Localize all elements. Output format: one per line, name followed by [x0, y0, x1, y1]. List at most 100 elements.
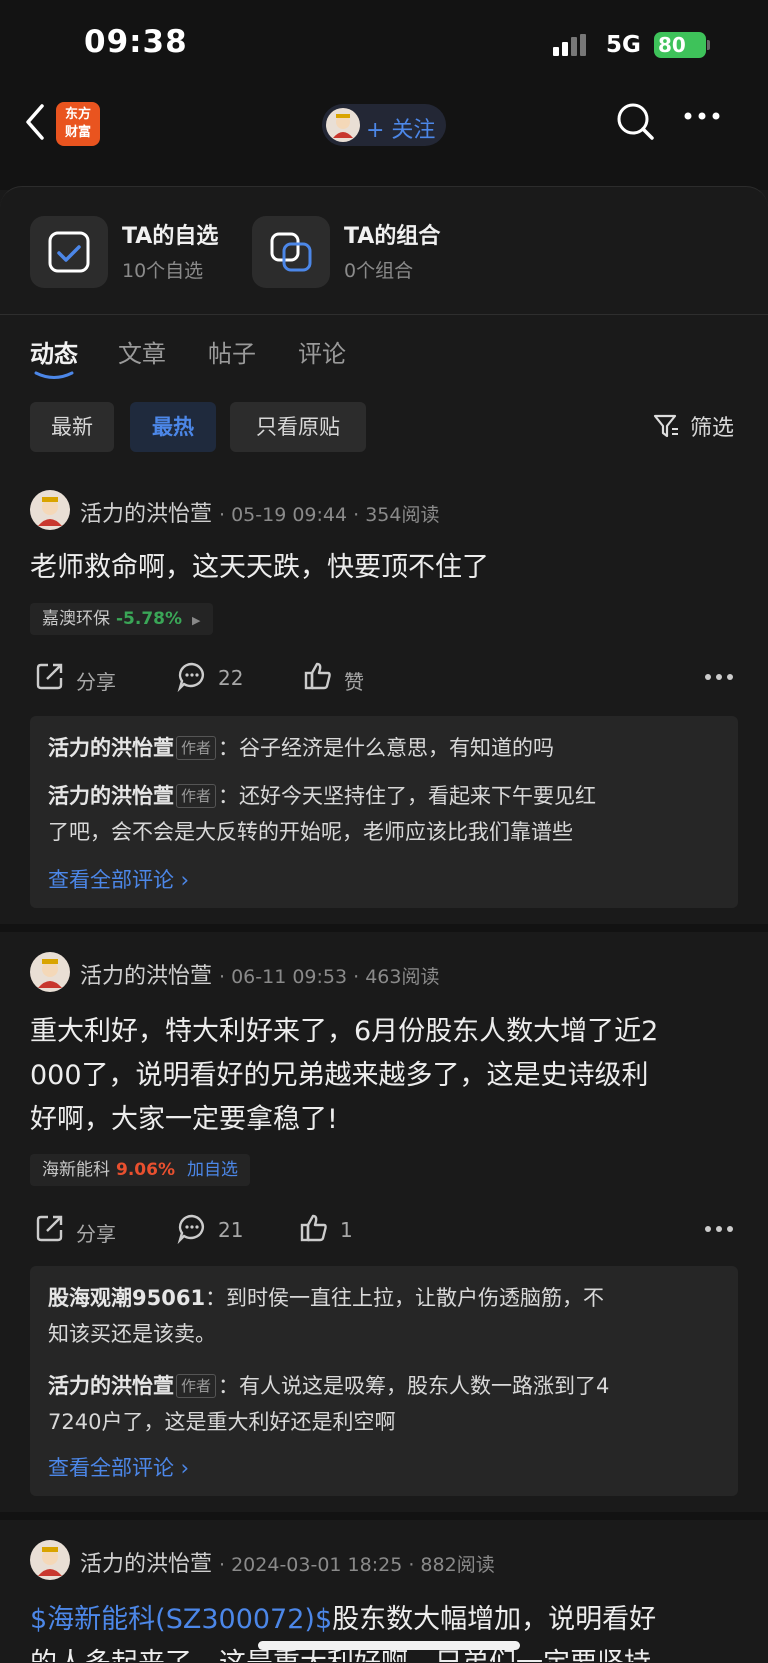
see-all-comments-link[interactable]: 查看全部评论 ›: [48, 864, 189, 894]
author-avatar[interactable]: [30, 952, 70, 992]
author-name[interactable]: 活力的洪怡萱: [80, 502, 212, 527]
comment-icon: [177, 1214, 204, 1244]
tab-articles[interactable]: 文章: [118, 334, 166, 369]
post-line: 好啊，大家一定要拿稳了!: [30, 1104, 338, 1135]
post-header: 活力的洪怡萱 · 06-11 09:53 · 463阅读: [80, 958, 439, 990]
comment-count: 22: [218, 666, 244, 690]
app-logo[interactable]: 东方 财富: [56, 102, 100, 146]
thumbs-up-icon: [304, 662, 331, 690]
portfolio-card[interactable]: TA的组合 0个组合: [252, 216, 472, 288]
comment-preview: 活力的洪怡萱 作者 ：谷子经济是什么意思，有知道的吗 活力的洪怡萱 作者 ：还好今天坚持…: [30, 716, 738, 908]
follow-button[interactable]: + 关注: [322, 104, 446, 146]
stock-tag[interactable]: 海新能科 9.06% 加自选: [30, 1154, 250, 1186]
thumbs-up-icon: [300, 1214, 327, 1242]
status-bar: 09:38 5G 80: [0, 0, 768, 90]
post-line: 000了，说明看好的兄弟越来越多了，这是史诗级利: [30, 1060, 649, 1091]
watchlist-icon: [30, 216, 108, 288]
comment-text: 7240户了，这是重大利好还是利空啊: [48, 1410, 396, 1434]
see-all-comments-link[interactable]: 查看全部评论 ›: [48, 1452, 189, 1482]
battery-icon: [707, 40, 710, 50]
post-meta: · 06-11 09:53 · 463阅读: [219, 966, 440, 988]
comment-text: ：到时侯一直往上拉，让散户伤透脑筋，不: [205, 1286, 605, 1310]
sort-hot-chip[interactable]: 最热: [130, 402, 216, 452]
post-content[interactable]: $海新能科(SZ300072)$股东数大幅增加，说明看好 的人多起来了，这是重大…: [30, 1598, 730, 1662]
comment-item[interactable]: 活力的洪怡萱 作者 ：还好今天坚持住了，看起来下午要见红 了吧，会不会是大反转的开始呢…: [48, 778, 720, 850]
follow-label: + 关注: [366, 118, 436, 143]
author-name[interactable]: 活力的洪怡萱: [80, 964, 212, 989]
filter-icon: [653, 414, 678, 438]
sort-latest-chip[interactable]: 最新: [30, 402, 114, 452]
watchlist-title: TA的自选: [122, 224, 219, 249]
commenter-name: 股海观潮95061: [48, 1286, 206, 1310]
post-line: 重大利好，特大利好来了，6月份股东人数大增了近2: [30, 1016, 659, 1047]
author-tag: 作者: [176, 1374, 217, 1398]
comment-icon: [177, 662, 204, 692]
comment-text: ：谷子经济是什么意思，有知道的吗: [218, 736, 555, 760]
more-icon[interactable]: [684, 112, 720, 120]
commenter-name: 活力的洪怡萱: [48, 784, 174, 808]
top-nav: 东方 财富 + 关注: [0, 90, 768, 190]
comment-item[interactable]: 股海观潮95061：到时侯一直往上拉，让散户伤透脑筋，不知该买还是该卖。: [48, 1280, 720, 1352]
tab-indicator: [34, 371, 74, 379]
signal-icon: [553, 34, 586, 56]
avatar-icon: [326, 108, 360, 142]
author-tag: 作者: [176, 736, 217, 760]
filter-label: 筛选: [690, 416, 735, 441]
author-name[interactable]: 活力的洪怡萱: [80, 1552, 212, 1577]
status-time: 09:38: [84, 24, 188, 60]
watchlist-count: 10个自选: [122, 260, 204, 282]
more-icon[interactable]: [704, 1225, 734, 1233]
post-text: 股东数大幅增加，说明看好: [332, 1604, 657, 1635]
add-watchlist-button[interactable]: 加自选: [187, 1160, 238, 1180]
comment-count: 21: [218, 1218, 244, 1242]
author-avatar[interactable]: [30, 1540, 70, 1580]
commenter-name: 活力的洪怡萱: [48, 1374, 174, 1398]
post-line: 老师救命啊，这天天跌，快要顶不住了: [30, 552, 489, 583]
tab-dynamics[interactable]: 动态: [30, 334, 78, 369]
stock-tag[interactable]: 嘉澳环保 -5.78% ▶: [30, 603, 213, 635]
back-icon[interactable]: [24, 102, 48, 142]
watchlist-card[interactable]: TA的自选 10个自选: [30, 216, 250, 288]
comment-item[interactable]: 活力的洪怡萱 作者 ：谷子经济是什么意思，有知道的吗: [48, 730, 720, 766]
original-only-chip[interactable]: 只看原贴: [230, 402, 366, 452]
post-meta: · 05-19 09:44 · 354阅读: [219, 504, 440, 526]
post-divider: [0, 1512, 768, 1520]
portfolio-icon: [252, 216, 330, 288]
caret-right-icon: ▶: [192, 614, 201, 627]
post-divider: [0, 924, 768, 932]
post-meta: · 2024-03-01 18:25 · 882阅读: [219, 1554, 495, 1576]
post-content[interactable]: 重大利好，特大利好来了，6月份股东人数大增了近2 000了，说明看好的兄弟越来越…: [30, 1010, 730, 1142]
portfolio-title: TA的组合: [344, 224, 441, 249]
stock-change: -5.78%: [116, 609, 183, 629]
comment-text: 知该买还是该卖。: [48, 1322, 216, 1346]
stock-name: 海新能科: [42, 1160, 110, 1180]
author-tag: 作者: [176, 784, 217, 808]
battery-level: 80: [654, 32, 706, 58]
share-label: 分享: [76, 1222, 116, 1246]
share-icon: [36, 663, 63, 690]
stock-name: 嘉澳环保: [42, 609, 110, 629]
search-icon[interactable]: [616, 102, 656, 142]
post-header: 活力的洪怡萱 · 05-19 09:44 · 354阅读: [80, 496, 439, 528]
tab-comments[interactable]: 评论: [298, 334, 346, 369]
portfolio-count: 0个组合: [344, 260, 414, 282]
stock-change: 9.06%: [116, 1160, 175, 1180]
network-type: 5G: [606, 32, 641, 58]
share-icon: [36, 1215, 63, 1242]
home-indicator: [258, 1641, 520, 1650]
post-header: 活力的洪怡萱 · 2024-03-01 18:25 · 882阅读: [80, 1546, 495, 1578]
comment-item[interactable]: 活力的洪怡萱 作者 ：有人说这是吸筹，股东人数一路涨到了4 7240户了，这是重大利好…: [48, 1368, 720, 1440]
comment-text: ：还好今天坚持住了，看起来下午要见红: [218, 784, 597, 808]
stock-link[interactable]: $海新能科(SZ300072)$: [30, 1604, 332, 1635]
like-count: 1: [340, 1218, 353, 1242]
comment-preview: 股海观潮95061：到时侯一直往上拉，让散户伤透脑筋，不知该买还是该卖。 活力的…: [30, 1266, 738, 1496]
tab-posts[interactable]: 帖子: [208, 334, 256, 369]
more-icon[interactable]: [704, 673, 734, 681]
like-label: 赞: [344, 670, 364, 694]
divider: [0, 314, 768, 315]
commenter-name: 活力的洪怡萱: [48, 736, 174, 760]
post-content[interactable]: 老师救命啊，这天天跌，快要顶不住了: [30, 546, 730, 590]
post-line: $海新能科(SZ300072)$股东数大幅增加，说明看好: [30, 1598, 730, 1642]
author-avatar[interactable]: [30, 490, 70, 530]
comment-text: ：有人说这是吸筹，股东人数一路涨到了4: [218, 1374, 610, 1398]
